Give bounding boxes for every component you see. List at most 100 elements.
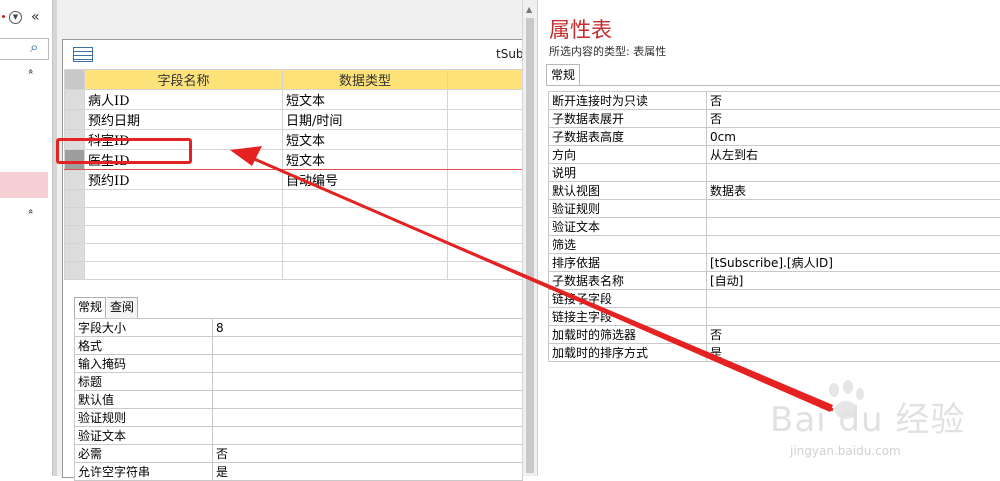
property-value[interactable]: 否	[707, 110, 1000, 128]
property-row[interactable]: 验证规则	[549, 200, 1000, 218]
collapse-pane-icon[interactable]: «	[31, 9, 40, 25]
field-name-cell[interactable]	[85, 244, 283, 262]
field-prop-value[interactable]	[213, 337, 523, 355]
search-icon[interactable]: ⌕	[30, 38, 38, 56]
field-prop-value[interactable]	[213, 409, 523, 427]
property-value[interactable]: 否	[707, 326, 1000, 344]
property-value[interactable]: 从左到右	[707, 146, 1000, 164]
field-name-cell[interactable]: 预约ID	[85, 170, 283, 190]
property-row[interactable]: 子数据表高度0cm	[549, 128, 1000, 146]
description-cell[interactable]	[448, 90, 523, 110]
property-row[interactable]: 方向从左到右	[549, 146, 1000, 164]
field-prop-value[interactable]: 是	[213, 463, 523, 481]
field-prop-row[interactable]: 标题	[75, 373, 523, 391]
grid-row-empty[interactable]	[65, 208, 523, 226]
description-cell[interactable]	[448, 170, 523, 190]
data-type-cell[interactable]: 短文本	[283, 90, 448, 110]
property-value[interactable]	[707, 200, 1000, 218]
description-cell[interactable]	[448, 226, 523, 244]
data-type-cell[interactable]: 日期/时间	[283, 110, 448, 130]
scroll-thumb[interactable]	[526, 18, 534, 473]
property-value[interactable]	[707, 236, 1000, 254]
data-type-cell[interactable]	[283, 262, 448, 280]
document-tab-title[interactable]: tSub	[496, 47, 524, 61]
field-prop-value[interactable]: 8	[213, 319, 523, 337]
property-value[interactable]: 否	[707, 92, 1000, 110]
row-selector[interactable]	[65, 170, 85, 190]
grid-row-4[interactable]: 预约ID 自动编号	[65, 170, 523, 190]
field-prop-row[interactable]: 格式	[75, 337, 523, 355]
property-row[interactable]: 筛选	[549, 236, 1000, 254]
property-value[interactable]: [tSubscribe].[病人ID]	[707, 254, 1000, 272]
field-name-cell[interactable]: 病人ID	[85, 90, 283, 110]
property-row[interactable]: 链接主字段	[549, 308, 1000, 326]
group-collapse-icon-2[interactable]: »	[26, 208, 37, 214]
property-value[interactable]	[707, 218, 1000, 236]
grid-row-0[interactable]: 病人ID 短文本	[65, 90, 523, 110]
tab-general-properties[interactable]: 常规	[546, 64, 580, 85]
grid-row-empty[interactable]	[65, 262, 523, 280]
field-prop-value[interactable]	[213, 373, 523, 391]
property-value[interactable]	[707, 164, 1000, 182]
description-cell[interactable]	[448, 190, 523, 208]
property-row[interactable]: 链接子字段	[549, 290, 1000, 308]
field-prop-value[interactable]	[213, 391, 523, 409]
field-prop-value[interactable]	[213, 427, 523, 445]
row-selector[interactable]	[65, 208, 85, 226]
data-type-cell[interactable]	[283, 244, 448, 262]
property-row[interactable]: 子数据表名称[自动]	[549, 272, 1000, 290]
field-name-cell[interactable]	[85, 226, 283, 244]
field-prop-row[interactable]: 允许空字符串是	[75, 463, 523, 481]
description-cell[interactable]	[448, 262, 523, 280]
property-value[interactable]: [自动]	[707, 272, 1000, 290]
row-selector[interactable]	[65, 190, 85, 208]
field-prop-row[interactable]: 必需否	[75, 445, 523, 463]
property-row[interactable]: 默认视图数据表	[549, 182, 1000, 200]
grid-row-empty[interactable]	[65, 190, 523, 208]
property-value[interactable]	[707, 290, 1000, 308]
field-prop-row[interactable]: 默认值	[75, 391, 523, 409]
scroll-up-icon[interactable]: ▲	[526, 5, 532, 14]
row-selector[interactable]	[65, 90, 85, 110]
description-cell[interactable]	[448, 150, 523, 170]
tab-lookup[interactable]: 查阅	[107, 297, 138, 318]
property-row[interactable]: 加载时的筛选器否	[549, 326, 1000, 344]
property-row[interactable]: 加载时的排序方式是	[549, 344, 1000, 362]
grid-row-empty[interactable]	[65, 226, 523, 244]
row-selector-header[interactable]	[65, 70, 85, 90]
data-type-cell[interactable]: 短文本	[283, 150, 448, 170]
data-type-cell[interactable]: 短文本	[283, 130, 448, 150]
property-row[interactable]: 验证文本	[549, 218, 1000, 236]
row-selector[interactable]	[65, 244, 85, 262]
field-prop-row[interactable]: 验证文本	[75, 427, 523, 445]
property-row[interactable]: 说明	[549, 164, 1000, 182]
row-selector[interactable]	[65, 226, 85, 244]
description-cell[interactable]	[448, 244, 523, 262]
vertical-scrollbar[interactable]: ▲	[522, 0, 537, 476]
grid-row-1[interactable]: 预约日期 日期/时间	[65, 110, 523, 130]
field-prop-row[interactable]: 验证规则	[75, 409, 523, 427]
field-prop-row[interactable]: 输入掩码	[75, 355, 523, 373]
field-prop-row[interactable]: 字段大小8	[75, 319, 523, 337]
field-name-cell[interactable]	[85, 262, 283, 280]
grid-row-empty[interactable]	[65, 244, 523, 262]
property-value[interactable]: 是	[707, 344, 1000, 362]
data-type-cell[interactable]	[283, 190, 448, 208]
data-type-cell[interactable]: 自动编号	[283, 170, 448, 190]
field-prop-value[interactable]	[213, 355, 523, 373]
nav-search-input[interactable]	[0, 38, 49, 60]
description-cell[interactable]	[448, 110, 523, 130]
field-prop-value[interactable]: 否	[213, 445, 523, 463]
property-value[interactable]: 0cm	[707, 128, 1000, 146]
field-name-cell[interactable]: 预约日期	[85, 110, 283, 130]
description-cell[interactable]	[448, 130, 523, 150]
nav-selected-item[interactable]	[0, 172, 48, 198]
field-name-cell[interactable]	[85, 190, 283, 208]
property-value[interactable]: 数据表	[707, 182, 1000, 200]
data-type-cell[interactable]	[283, 226, 448, 244]
property-row[interactable]: 子数据表展开否	[549, 110, 1000, 128]
property-value[interactable]	[707, 308, 1000, 326]
property-row[interactable]: 排序依据[tSubscribe].[病人ID]	[549, 254, 1000, 272]
field-name-cell[interactable]	[85, 208, 283, 226]
description-cell[interactable]	[448, 208, 523, 226]
